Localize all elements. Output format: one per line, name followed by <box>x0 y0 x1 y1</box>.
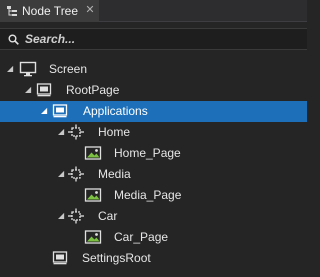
tree-node-screen[interactable]: ◢ Screen <box>0 59 307 80</box>
collapse-arrow-icon[interactable]: ◢ <box>25 86 33 94</box>
tree-node-label: Home <box>98 125 131 139</box>
search-input[interactable] <box>25 32 285 46</box>
tree-node-applications[interactable]: ◢ Applications <box>0 101 307 122</box>
collapse-arrow-icon[interactable]: ◢ <box>41 107 49 115</box>
tree-node-label: Media <box>98 167 131 181</box>
page-icon <box>52 251 68 265</box>
node-3d-icon <box>68 124 84 140</box>
node-tree-panel: Node Tree ✕ ◢ Screen ◢ RootPage ◢ <box>0 0 307 277</box>
page-icon <box>36 83 52 97</box>
node-3d-icon <box>68 166 84 182</box>
collapse-arrow-icon[interactable]: ◢ <box>58 212 66 220</box>
tree-node-label: Media_Page <box>114 188 182 202</box>
image-icon <box>84 230 102 244</box>
tree-node-home[interactable]: ◢ Home <box>0 122 307 143</box>
collapse-arrow-icon[interactable]: ◢ <box>58 170 66 178</box>
tree-node-label: SettingsRoot <box>82 251 151 265</box>
tab-bar: Node Tree ✕ <box>0 0 307 22</box>
tree-node-label: Applications <box>83 104 148 118</box>
tree-node-home-page[interactable]: Home_Page <box>0 143 307 164</box>
tree-node-label: Screen <box>49 62 88 76</box>
node-3d-icon <box>68 208 84 224</box>
tree-node-label: Home_Page <box>114 146 181 160</box>
collapse-arrow-icon[interactable]: ◢ <box>7 65 15 73</box>
monitor-icon <box>19 61 37 77</box>
tree-node-media[interactable]: ◢ Media <box>0 164 307 185</box>
page-icon <box>52 104 68 118</box>
tree-node-label: Car <box>98 209 118 223</box>
image-icon <box>84 188 102 202</box>
tree-node-rootpage[interactable]: ◢ RootPage <box>0 80 307 101</box>
image-icon <box>84 146 102 160</box>
node-tree-icon <box>7 6 17 16</box>
tree-node-label: RootPage <box>66 83 120 97</box>
search-bar <box>0 28 307 50</box>
collapse-arrow-icon[interactable]: ◢ <box>58 128 66 136</box>
search-icon <box>8 34 19 45</box>
tree-node-label: Car_Page <box>114 230 169 244</box>
tree-node-media-page[interactable]: Media_Page <box>0 185 307 206</box>
tree-node-car-page[interactable]: Car_Page <box>0 227 307 248</box>
tree-node-settingsroot[interactable]: SettingsRoot <box>0 248 307 269</box>
tree-node-car[interactable]: ◢ Car <box>0 206 307 227</box>
close-icon[interactable]: ✕ <box>85 4 95 17</box>
tab-label: Node Tree <box>22 4 79 18</box>
